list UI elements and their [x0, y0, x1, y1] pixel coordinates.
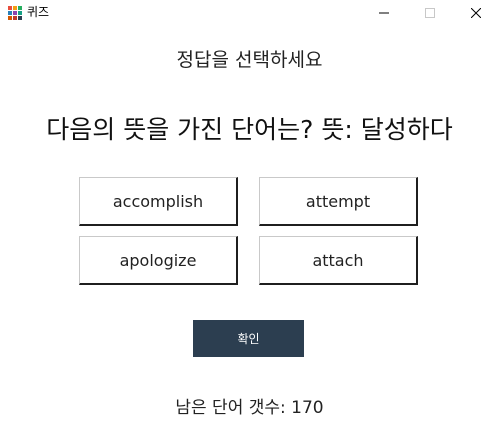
minimize-button[interactable] — [361, 0, 407, 24]
close-icon — [470, 3, 482, 22]
instruction-text: 정답을 선택하세요 — [176, 49, 323, 71]
option-button-2[interactable]: attempt — [259, 177, 418, 226]
close-button[interactable] — [453, 0, 499, 24]
option-button-3[interactable]: apologize — [79, 236, 238, 285]
minimize-icon — [379, 3, 389, 22]
remaining-count: 남은 단어 갯수: 170 — [175, 398, 324, 418]
app-grid-icon — [8, 5, 22, 20]
question-text: 다음의 뜻을 가진 단어는? 뜻: 달성하다 — [46, 115, 453, 144]
quiz-window: 퀴즈 정답을 선택하세요 다음의 뜻을 가진 단어는? 뜻: 달성하다 acco… — [0, 0, 499, 427]
option-button-1[interactable]: accomplish — [79, 177, 238, 226]
maximize-icon — [425, 3, 435, 22]
confirm-button[interactable]: 확인 — [193, 320, 304, 357]
option-button-4[interactable]: attach — [259, 236, 418, 285]
maximize-button[interactable] — [407, 0, 453, 24]
window-title: 퀴즈 — [27, 5, 50, 19]
title-bar[interactable]: 퀴즈 — [0, 0, 499, 24]
